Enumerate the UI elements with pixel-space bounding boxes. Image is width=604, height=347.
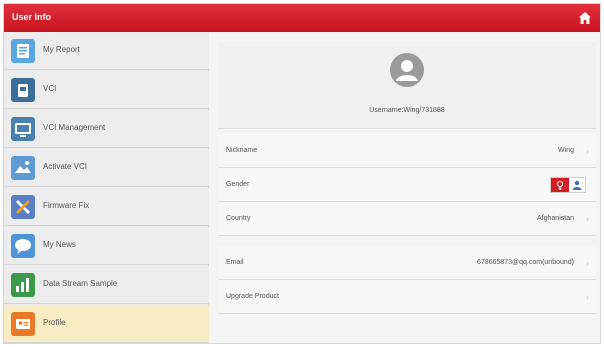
- sidebar-item-data-stream-sample[interactable]: Data Stream Sample: [4, 266, 209, 304]
- chevron-right-icon: ›: [586, 146, 589, 156]
- sidebar-item-label: Activate VCI: [43, 162, 88, 171]
- sidebar-item-label: Firmware Fix: [43, 201, 90, 210]
- sidebar-item-label: Profile: [43, 318, 66, 327]
- gender-toggle[interactable]: [550, 177, 586, 193]
- nickname-row[interactable]: Nickname Wing ›: [218, 134, 596, 168]
- country-row[interactable]: Country Afghanistan ›: [218, 202, 596, 236]
- chevron-right-icon: ›: [586, 258, 589, 268]
- sidebar-item-my-news[interactable]: My News: [4, 227, 209, 265]
- sidebar-item-vci-management[interactable]: VCI Management: [4, 110, 209, 148]
- country-value: Afghanistan: [537, 215, 574, 222]
- upgrade-product-label: Upgrade Product: [226, 293, 279, 300]
- nickname-label: Nickname: [226, 147, 258, 154]
- sidebar-item-label: Data Stream Sample: [43, 279, 118, 288]
- sidebar-item-label: VCI Management: [43, 123, 106, 132]
- vci-device-icon: [11, 78, 35, 102]
- female-icon[interactable]: [551, 178, 569, 192]
- vci-management-icon: [11, 117, 35, 141]
- sidebar-item-activate-vci[interactable]: Activate VCI: [4, 149, 209, 187]
- news-icon: [11, 234, 35, 258]
- app-window: User Info My Report VCI VCI Management A…: [3, 3, 601, 344]
- gender-label: Gender: [226, 181, 250, 188]
- upgrade-product-row[interactable]: Upgrade Product ›: [218, 280, 596, 314]
- activate-vci-icon: [11, 156, 35, 180]
- firmware-fix-icon: [11, 195, 35, 219]
- sidebar: My Report VCI VCI Management Activate VC…: [4, 32, 209, 343]
- report-icon: [11, 39, 35, 63]
- page-title: User Info: [12, 12, 52, 22]
- sidebar-item-firmware-fix[interactable]: Firmware Fix: [4, 188, 209, 226]
- email-label: Email: [226, 259, 244, 266]
- sidebar-item-label: My Report: [43, 45, 80, 54]
- chevron-right-icon: ›: [586, 292, 589, 302]
- profile-icon: [11, 312, 35, 336]
- email-value: 678665873@qq.com(unbound): [476, 259, 574, 266]
- avatar-placeholder-icon[interactable]: [390, 53, 424, 87]
- username-label: Username:Wing/731888: [369, 107, 445, 114]
- sidebar-item-label: My News: [43, 240, 76, 249]
- nickname-value: Wing: [558, 147, 574, 154]
- sidebar-item-label: VCI: [43, 84, 57, 93]
- sidebar-item-vci[interactable]: VCI: [4, 71, 209, 109]
- data-stream-icon: [11, 273, 35, 297]
- email-row[interactable]: Email 678665873@qq.com(unbound) ›: [218, 246, 596, 280]
- sidebar-item-my-report[interactable]: My Report: [4, 32, 209, 70]
- sidebar-item-profile[interactable]: Profile: [4, 305, 209, 343]
- male-icon[interactable]: [569, 178, 585, 192]
- home-icon[interactable]: [577, 10, 593, 26]
- chevron-right-icon: ›: [586, 214, 589, 224]
- gender-row: Gender: [218, 168, 596, 202]
- profile-header: Username:Wing/731888: [218, 42, 596, 129]
- country-label: Country: [226, 215, 251, 222]
- title-bar: User Info: [4, 4, 600, 32]
